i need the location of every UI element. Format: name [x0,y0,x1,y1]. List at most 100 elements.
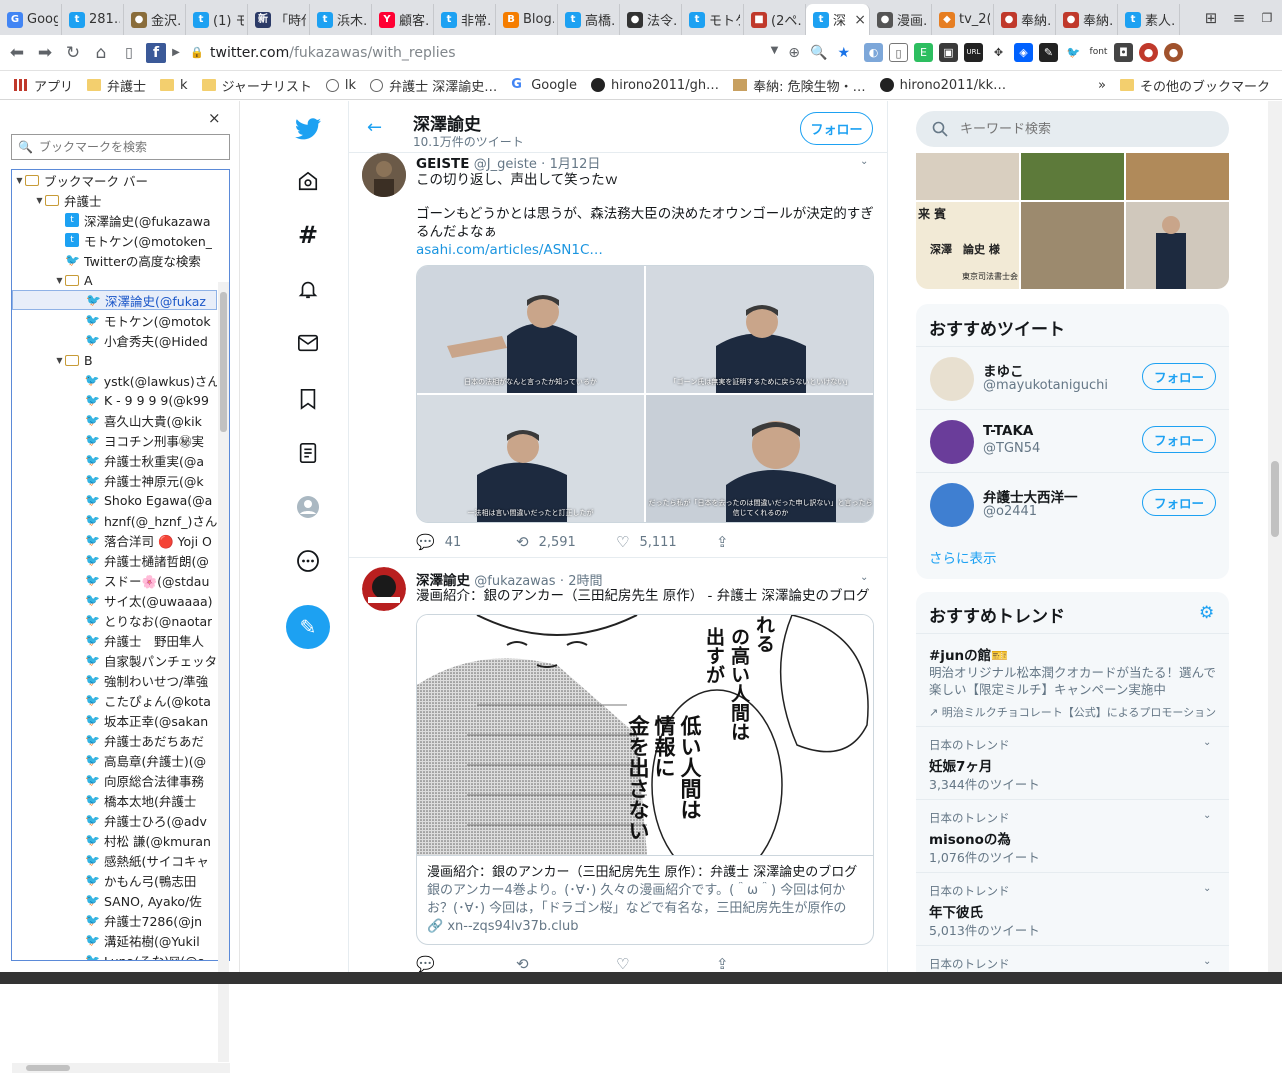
star-icon[interactable]: ★ [837,45,850,61]
follow-button[interactable]: フォロー [1142,363,1216,390]
avatar[interactable] [930,357,974,401]
trend-item[interactable]: 日本のトレンド ⌄ 年下彼氏 5,013件のツイート [916,872,1229,945]
tweet-link[interactable]: asahi.com/articles/ASN1C… [416,241,876,259]
bookmark-tree-node[interactable]: 🐦 喜久山大貴(@kik [12,410,217,430]
url-ext-icon[interactable]: URL [964,43,983,62]
bookmark-tree-node[interactable]: 🐦 スドー🌸(@stdau [12,570,217,590]
move-ext-icon[interactable]: ✥ [989,43,1008,62]
app-ext-icon[interactable]: ▣ [939,43,958,62]
media-photo[interactable]: 日本の法相がなんと言ったか知っているか [417,266,644,393]
expand-arrow-icon[interactable]: ▼ [34,196,45,205]
chevron-down-icon[interactable]: ⌄ [1203,956,1211,967]
bookmark-tree-node[interactable]: 🐦 K - 9 9 9 9(@k99 [12,390,217,410]
bookmark-tree-node[interactable]: 🐦 Twitterの高度な検索 [12,250,217,270]
follow-button[interactable]: フォロー [800,112,873,145]
tab[interactable]: t 高橋… [558,4,620,35]
reply-button[interactable]: 💬 41 [416,533,516,551]
scroll-thumb[interactable] [26,1065,70,1071]
bookmark-item[interactable]: 奉納: 危険生物・… [733,76,866,95]
tweet-media-grid[interactable]: 日本の法相がなんと言ったか知っているか 「ゴーン氏は無実を証明するために戻らない… [416,265,874,523]
scroll-thumb[interactable] [1271,461,1279,537]
tab[interactable]: ● 法令… [620,4,682,35]
bookmark-tree-node[interactable]: 🐦 感熱紙(サイコキャ [12,850,217,870]
bookmark-tree-node[interactable]: 🐦 弁護士7286(@jn [12,910,217,930]
share-button[interactable]: ⇪ [716,955,816,973]
bookmark-search[interactable]: 🔍 [11,134,230,160]
expand-arrow-icon[interactable]: ▼ [54,356,65,365]
window-restore-icon[interactable]: ❐ [1256,11,1278,25]
suggested-user[interactable]: まゆこ @mayukotaniguchi フォロー [916,346,1229,409]
link-card[interactable]: れる の高い人間は 出すが 低い人間は 情報に 金を出さない 漫画紹介：銀のアン… [416,614,874,945]
reply-button[interactable]: 💬 [416,955,516,973]
avatar[interactable] [362,567,406,611]
bookmark-tree-node[interactable]: 🐦 弁護士樋諸哲朗(@ [12,550,217,570]
bookmarks-overflow-icon[interactable]: » [1098,78,1106,93]
expand-arrow-icon[interactable]: ▼ [14,176,25,185]
expand-arrow-icon[interactable]: ▼ [54,276,65,285]
bookmark-tree-node[interactable]: 🐦 とりなお(@naotar [12,610,217,630]
other-bookmarks[interactable]: その他のブックマーク [1119,76,1270,95]
tree-scrollbar-vertical[interactable] [218,282,229,1062]
bookmark-tree-node[interactable]: 🐦 Luna(るな)☒(@s [12,950,217,960]
tab[interactable]: t 浜木… [310,4,372,35]
tab[interactable]: t 281… [62,4,124,35]
tab[interactable]: Y 顧客… [372,4,434,35]
facebook-extension-icon[interactable]: f [146,42,166,63]
reload-icon[interactable]: ↻ [62,43,84,63]
bookmark-tree-node[interactable]: 🐦 弁護士ひろ(@adv [12,810,217,830]
tweet[interactable]: GEISTE @J_geiste · 1月12日 ⌄ この切り返し、声出して笑っ… [349,153,887,558]
tab[interactable]: t (1) モ… [186,4,248,35]
bookmark-item[interactable]: k [160,78,188,93]
chevron-down-icon[interactable]: ⌄ [1203,737,1211,748]
trend-item[interactable]: 日本のトレンド ⌄ misonoの為 1,076件のツイート [916,799,1229,872]
media-photo[interactable]: 「ゴーン氏は無実を証明するために戻らないといけない」 [646,266,873,393]
tab[interactable]: ● 漫画… [870,4,932,35]
back-arrow-icon[interactable]: ← [367,117,382,138]
bookmark-ext-icon[interactable]: ▯ [889,43,908,62]
retweet-button[interactable]: ⟲ [516,955,616,973]
bookmark-tree-node[interactable]: 🐦 落合洋司 🔴 Yoji O [12,530,217,550]
search-input[interactable] [960,121,1200,137]
tab[interactable]: ● 金沢… [124,4,186,35]
media-photo[interactable]: 一法相は言い間違いだったと訂正したが [417,395,644,522]
chevron-down-icon[interactable]: ⌄ [1203,810,1211,821]
like-button[interactable]: ♡ [616,955,716,973]
bookmark-tree-node[interactable]: 🐦 Shoko Egawa(@a [12,490,217,510]
scroll-thumb[interactable] [220,292,227,432]
bookmark-tree-node[interactable]: 🐦 hznf(@_hznf_)さん [12,510,217,530]
note-ext-icon[interactable]: ✎ [1039,43,1058,62]
profile-avatar-1[interactable]: ● [1139,43,1158,62]
lists-icon[interactable] [294,439,322,467]
tab[interactable]: 新「時代… [248,4,310,35]
forward-icon[interactable]: ➡ [34,43,56,63]
home-icon[interactable]: ⌂ [90,43,112,63]
tab-close-icon[interactable]: × [854,12,866,28]
explore-icon[interactable]: # [294,221,322,249]
bookmark-item[interactable]: hirono2011/gh… [591,78,719,93]
bookmark-tree-node[interactable]: 🐦 弁護士秋重実(@a [12,450,217,470]
suggested-user[interactable]: 弁護士大西洋一 @o2441 フォロー [916,472,1229,535]
bookmark-tree-node[interactable]: 🐦 サイ太(@uwaaaa) [12,590,217,610]
close-icon[interactable]: × [208,109,221,127]
tab[interactable]: G Google [0,4,62,35]
follow-button[interactable]: フォロー [1142,489,1216,516]
profile-photos[interactable]: 来 賓 深澤 論史 様 東京司法書士会 [916,153,1229,289]
dropdown-icon[interactable]: ▼ [771,45,779,61]
tweet-author-name[interactable]: GEISTE [416,156,469,172]
chevron-down-icon[interactable]: ⌄ [860,156,868,167]
tab[interactable]: ● 奉納… [1056,4,1118,35]
new-tab-icon[interactable]: ⊞ [1200,9,1222,27]
bookmarks-icon[interactable] [294,385,322,413]
bookmark-tree-node[interactable]: 🐦 SANO, Ayako/佐 [12,890,217,910]
bookmark-tree-node[interactable]: ▼ A [12,270,217,290]
show-more-link[interactable]: さらに表示 [929,547,997,567]
bookmark-item[interactable]: アプリ [14,76,73,95]
bookmark-item[interactable]: 弁護士 深澤諭史… [370,76,497,95]
back-icon[interactable]: ⬅ [6,43,28,63]
more-icon[interactable] [294,547,322,575]
bookmark-tree-node[interactable]: 🐦 向原総合法律事務 [12,770,217,790]
bookmark-item[interactable]: hirono2011/kk… [879,78,1006,93]
compose-tweet-button[interactable]: ✎ [286,605,330,649]
trend-item[interactable]: 日本のトレンド ⌄ 妊娠7ヶ月 3,344件のツイート [916,726,1229,799]
tweet-time[interactable]: 1月12日 [550,157,601,172]
